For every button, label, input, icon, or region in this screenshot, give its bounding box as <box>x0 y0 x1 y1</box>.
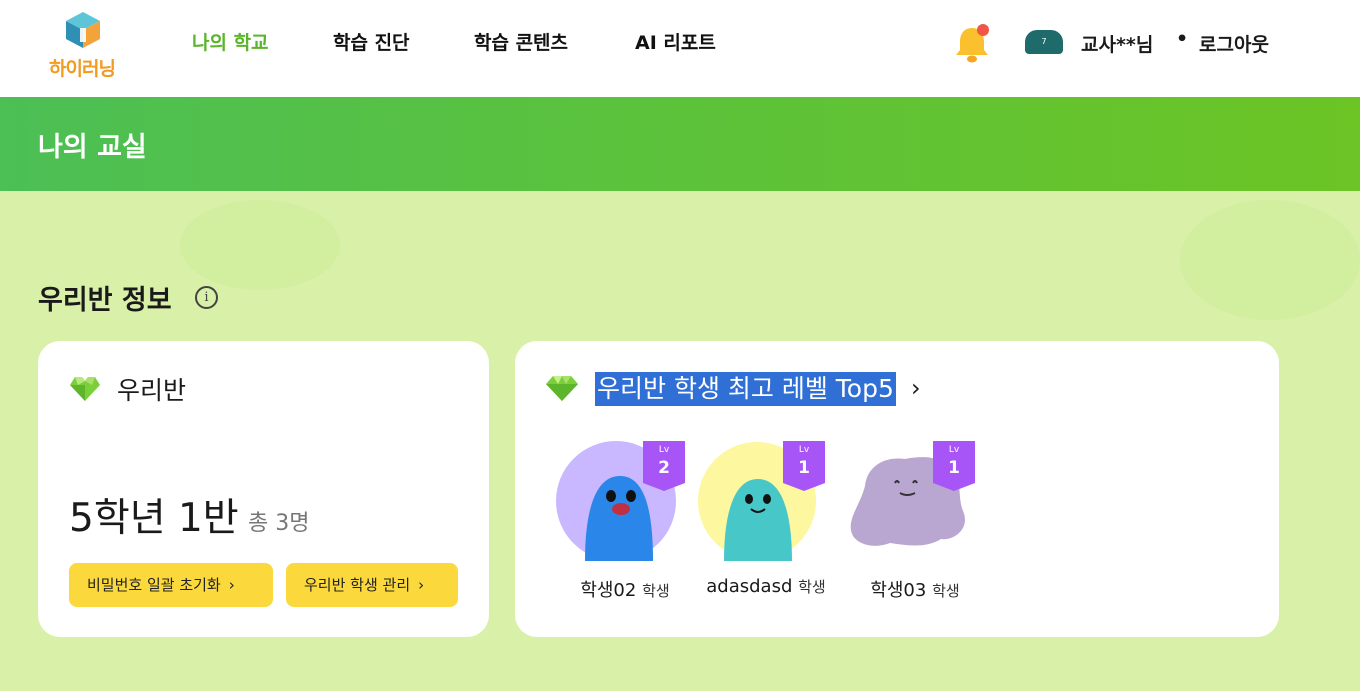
top5-title[interactable]: 우리반 학생 최고 레벨 Top5 <box>595 372 896 406</box>
info-icon[interactable]: i <box>195 286 218 309</box>
background-blob <box>1180 200 1360 320</box>
chevron-right-icon: › <box>418 576 425 594</box>
level-number: 1 <box>948 458 960 478</box>
background-blob <box>180 200 340 290</box>
level-label: Lv <box>798 445 810 455</box>
logo-text: 하이러닝 <box>49 58 116 80</box>
student-role: 학생 <box>642 582 670 600</box>
logout-link[interactable]: 로그아웃 <box>1199 30 1269 57</box>
student-name: adasdasd <box>706 576 793 597</box>
nav-my-school[interactable]: 나의 학교 <box>192 28 269 55</box>
level-label: Lv <box>948 445 960 455</box>
nav-learning-contents[interactable]: 학습 콘텐츠 <box>474 28 568 55</box>
top-header: 하이러닝 나의 학교 학습 진단 학습 콘텐츠 AI 리포트 7 교사**님 •… <box>0 0 1360 97</box>
level-number: 1 <box>798 458 810 478</box>
level-label: Lv <box>658 445 670 455</box>
section-title: 우리반 정보 <box>38 285 172 316</box>
user-name: 교사**님 <box>1081 34 1154 56</box>
page-title: 나의 교실 <box>38 132 147 163</box>
logo-cube-icon <box>66 12 100 48</box>
chevron-right-icon[interactable]: › <box>911 374 921 402</box>
reset-passwords-button[interactable]: 비밀번호 일괄 초기화 › <box>69 563 273 607</box>
class-name: 5학년 1반 <box>69 496 239 541</box>
manage-students-button[interactable]: 우리반 학생 관리 › <box>286 563 458 607</box>
reset-passwords-label: 비밀번호 일괄 초기화 <box>87 576 221 594</box>
nav-ai-report[interactable]: AI 리포트 <box>635 28 716 55</box>
student-label: 학생03 학생 <box>825 576 1005 602</box>
user-avatar[interactable]: 7 <box>1025 30 1063 54</box>
page-banner: 나의 교실 <box>0 97 1360 191</box>
class-info-card: 우리반 5학년 1반 총 3명 비밀번호 일괄 초기화 › 우리반 학생 관리 › <box>38 341 489 637</box>
student-count: 총 3명 <box>248 511 310 536</box>
student-card[interactable]: Lv 2 학생02 학생 <box>555 441 695 606</box>
top-level-card: 우리반 학생 최고 레벨 Top5 › Lv 2 학생02 학생 Lv 1 ad… <box>515 341 1279 637</box>
hilearning-logo[interactable]: 하이러닝 <box>42 10 122 80</box>
green-diamond-icon <box>546 376 578 401</box>
student-name: 학생02 <box>580 580 637 601</box>
green-heart-gem-icon <box>70 377 100 401</box>
student-card[interactable]: Lv 1 adasdasd 학생 <box>696 441 836 606</box>
student-card[interactable]: Lv 1 학생03 학생 <box>845 441 985 606</box>
class-card-title: 우리반 <box>117 376 187 405</box>
header-separator: • <box>1176 28 1189 50</box>
chevron-right-icon: › <box>228 576 235 594</box>
bell-icon[interactable] <box>952 22 992 64</box>
level-number: 2 <box>658 458 670 478</box>
manage-students-label: 우리반 학생 관리 <box>304 576 411 594</box>
student-role: 학생 <box>798 578 826 596</box>
nav-learning-diagnosis[interactable]: 학습 진단 <box>333 28 410 55</box>
student-name: 학생03 <box>870 580 927 601</box>
student-role: 학생 <box>932 582 960 600</box>
